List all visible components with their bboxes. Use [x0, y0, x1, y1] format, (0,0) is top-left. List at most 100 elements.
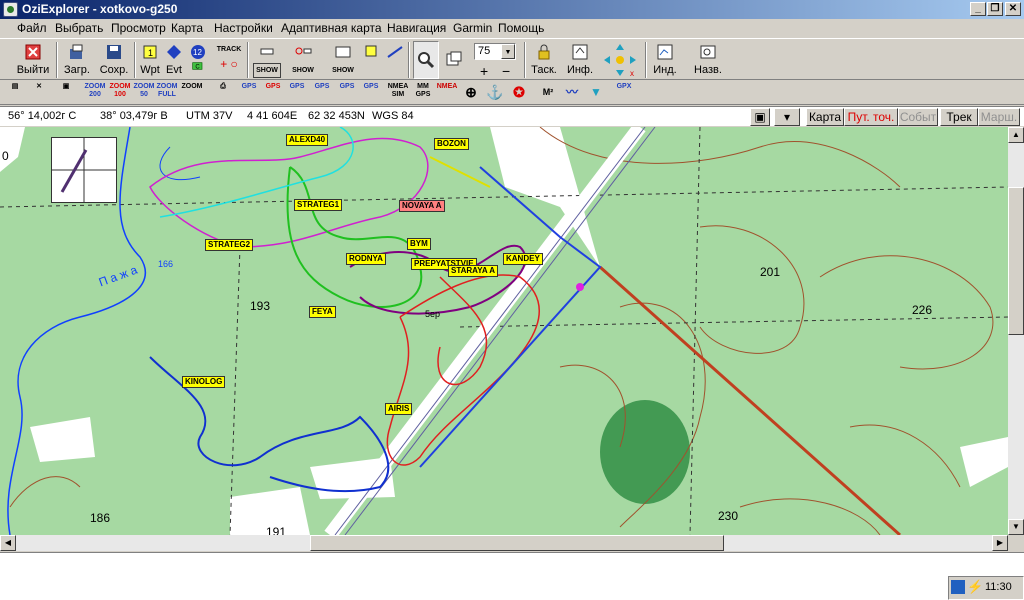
gps-download-button[interactable]: GPS [336, 83, 358, 103]
waypoint-num-button[interactable]: 12 C [187, 41, 209, 79]
print-icon[interactable]: ▤ [4, 83, 26, 103]
gps-track-button[interactable]: GPS [262, 83, 284, 103]
tab-map[interactable]: Карта [806, 108, 844, 126]
map-image-icon[interactable]: ▣ [750, 108, 770, 126]
compass-cursor-box[interactable] [51, 137, 117, 203]
target-icon[interactable]: ⊕ [460, 83, 482, 103]
zoom-100-button[interactable]: ZOOM 100 [109, 83, 131, 103]
save-arrow-icon[interactable]: ▾ [774, 108, 800, 126]
event-button[interactable]: Evt [163, 41, 185, 79]
svg-text:12: 12 [193, 48, 202, 57]
vertical-scrollbar[interactable]: ▲ ▼ [1008, 127, 1024, 535]
gps-waypoint-button[interactable]: GPS [238, 83, 260, 103]
info-button[interactable]: Инф. [565, 41, 595, 79]
move-map-button[interactable]: x [600, 41, 640, 79]
scroll-up-icon[interactable]: ▲ [1008, 127, 1024, 143]
save-button[interactable]: Сохр. [97, 41, 131, 79]
anchor-icon[interactable]: ⚓ [484, 83, 506, 103]
waypoint-airis[interactable]: AIRIS [385, 403, 413, 415]
waypoint-feya[interactable]: FEYA [309, 306, 336, 318]
zoom-select[interactable]: 75 ▼ [474, 43, 516, 60]
vertical-scroll-thumb[interactable] [1008, 187, 1024, 335]
zoom-custom-button[interactable]: ZOOM [181, 83, 203, 103]
scroll-down-icon[interactable]: ▼ [1008, 519, 1024, 535]
menu-map[interactable]: Карта [171, 21, 203, 36]
waypoint-rodnya[interactable]: RODNYA [346, 253, 386, 265]
window-zoom-button[interactable] [442, 41, 466, 79]
menu-select[interactable]: Выбрать [55, 21, 103, 36]
gps-upload-button[interactable]: GPS [311, 83, 333, 103]
menu-adaptive-map[interactable]: Адаптивная карта [281, 21, 382, 36]
contour-lines [9, 127, 994, 535]
waypoint-staraya[interactable]: STARAYA A [448, 265, 499, 277]
menu-help[interactable]: Помощь [498, 21, 544, 36]
tab-tracks[interactable]: Трек [940, 108, 978, 126]
tray-app-icon[interactable] [951, 580, 965, 594]
gps-sync-button[interactable]: GPS [360, 83, 382, 103]
tab-routes[interactable]: Марш. [978, 108, 1020, 126]
menu-navigation[interactable]: Навигация [387, 21, 446, 36]
name-search-icon [700, 45, 716, 59]
menu-view[interactable]: Просмотр [111, 21, 166, 36]
zoom-full-button[interactable]: ZOOM FULL [156, 83, 178, 103]
exit-button[interactable]: Выйти [14, 41, 52, 79]
waypoint-strateg2[interactable]: STRATEG2 [205, 239, 254, 251]
menu-file[interactable]: Файл [17, 21, 47, 36]
close-button[interactable]: ✕ [1005, 2, 1021, 16]
map-canvas[interactable]: ALEXD40 BOZON STRATEG1 NOVAYA A STRATEG2… [0, 127, 1008, 535]
task-button[interactable]: Таск. [528, 41, 560, 79]
show-tracks-button[interactable]: SHOW [327, 41, 359, 79]
maximize-button[interactable]: ❐ [987, 2, 1003, 16]
filter-icon[interactable]: ▼ [585, 83, 607, 103]
name-button[interactable]: Назв. [692, 41, 724, 79]
map-window-icon[interactable]: ▣ [55, 83, 77, 103]
tab-waypoints[interactable]: Пут. точ. [844, 108, 898, 126]
clock: 11:30 [985, 581, 1012, 593]
horizontal-scrollbar[interactable]: ◀ ▶ [0, 535, 1008, 551]
zoom-50-button[interactable]: ZOOM 50 [133, 83, 155, 103]
printer-icon[interactable]: ⎙ [212, 83, 234, 103]
waypoint-kinolog[interactable]: KINOLOG [182, 376, 226, 388]
gpx-button[interactable]: GPX [613, 83, 635, 103]
horizontal-scroll-thumb[interactable] [310, 535, 724, 551]
minimize-button[interactable]: _ [970, 2, 986, 16]
waypoint-kandey[interactable]: KANDEY [503, 253, 543, 265]
tools-icon[interactable]: ✕ [28, 83, 50, 103]
nmea-sim-button[interactable]: NMEA SIM [387, 83, 409, 103]
tray-network-icon[interactable]: ⚡ [967, 579, 983, 595]
waypoint-alexd40[interactable]: ALEXD40 [286, 134, 329, 146]
waypoint-bym[interactable]: BYM [407, 238, 431, 250]
index-button[interactable]: Инд. [650, 41, 680, 79]
route-list-button[interactable] [362, 41, 382, 79]
lifebuoy-icon[interactable]: ✪ [508, 83, 530, 103]
menu-settings[interactable]: Настройки [214, 21, 273, 36]
number-circle-icon: 12 [191, 45, 205, 59]
menu-garmin[interactable]: Garmin [453, 21, 492, 36]
load-icon [70, 44, 83, 59]
waypoint-novaya[interactable]: NOVAYA A [399, 200, 445, 212]
chevron-down-icon[interactable]: ▼ [501, 44, 515, 59]
magnifier-icon [418, 52, 435, 69]
show-waypoints-button[interactable]: SHOW [251, 41, 283, 79]
line-button[interactable] [384, 41, 406, 79]
zoom-out-icon[interactable]: − [502, 63, 510, 79]
zoom-tool-button[interactable] [413, 41, 439, 79]
scroll-right-icon[interactable]: ▶ [992, 535, 1008, 551]
m2-icon[interactable]: M² [537, 83, 559, 103]
zoom-in-icon[interactable]: + [480, 63, 488, 79]
nmea-button[interactable]: NMEA [436, 83, 458, 103]
mm-gps-button[interactable]: MM GPS [412, 83, 434, 103]
gps-route-button[interactable]: GPS [286, 83, 308, 103]
track-button[interactable]: TRACK + ○ [213, 41, 245, 79]
scroll-left-icon[interactable]: ◀ [0, 535, 16, 551]
waypoint-button[interactable]: 1 Wpt [138, 41, 162, 79]
waypoint-bozon[interactable]: BOZON [434, 138, 469, 150]
waypoint-strateg1[interactable]: STRATEG1 [294, 199, 343, 211]
zoom-200-button[interactable]: ZOOM 200 [84, 83, 106, 103]
elevation-193: 193 [250, 299, 271, 313]
move-arrows-icon: x [604, 44, 636, 78]
show-events-button[interactable]: SHOW [287, 41, 319, 79]
tab-events[interactable]: Событ [898, 108, 938, 126]
load-button[interactable]: Загр. [60, 41, 94, 79]
profile-icon[interactable]: 〰 [561, 83, 583, 103]
